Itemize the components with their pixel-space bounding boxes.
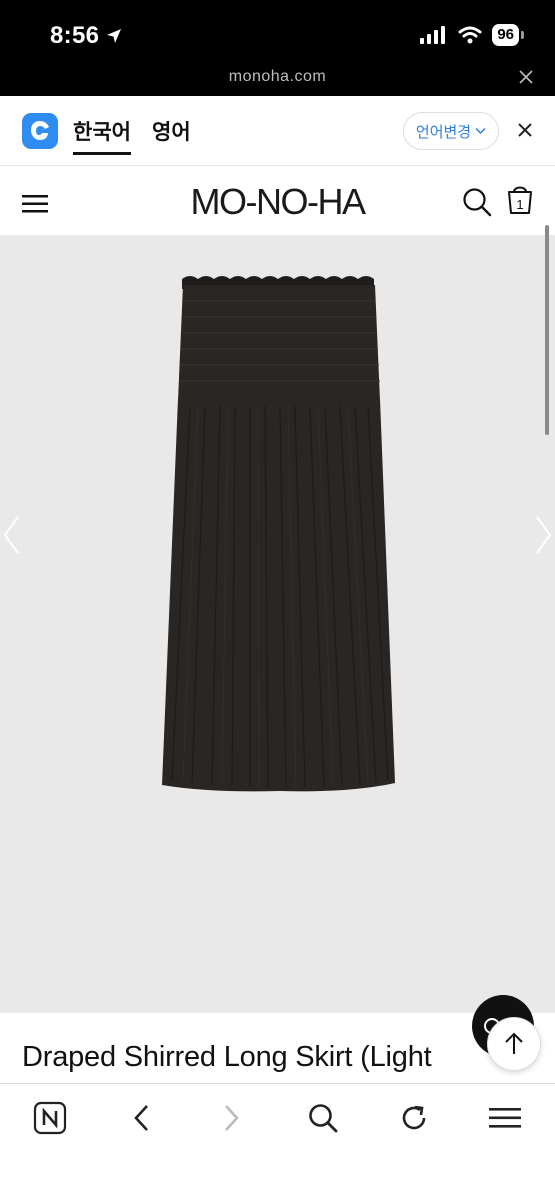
cart-count: 1 — [516, 197, 523, 212]
close-icon[interactable] — [517, 122, 533, 138]
product-image-skirt — [162, 276, 395, 792]
reload-button[interactable] — [396, 1100, 432, 1136]
menu-lines-icon — [489, 1108, 521, 1128]
browser-url-bar[interactable]: monoha.com — [0, 62, 555, 96]
site-header: MO-NO-HA 1 — [0, 167, 555, 235]
wifi-icon — [458, 26, 482, 44]
close-icon[interactable] — [519, 70, 533, 84]
chevron-right-icon — [225, 1105, 239, 1131]
tab-korean[interactable]: 한국어 — [73, 116, 131, 155]
status-bar: 8:56 96 — [0, 0, 555, 62]
chevron-right-icon[interactable] — [535, 515, 553, 555]
shopping-bag-icon[interactable]: 1 — [506, 183, 534, 215]
search-icon[interactable] — [462, 187, 492, 217]
search-icon — [309, 1104, 338, 1133]
scroll-to-top-button[interactable] — [487, 1017, 541, 1071]
browser-toolbar — [0, 1083, 555, 1200]
translation-bar: 한국어 영어 언어변경 — [0, 96, 555, 166]
product-image-gallery[interactable] — [0, 235, 555, 1013]
page-scrollbar[interactable] — [545, 225, 549, 435]
battery-level: 96 — [492, 24, 524, 46]
change-language-button[interactable]: 언어변경 — [403, 112, 499, 150]
naver-n-icon[interactable] — [32, 1100, 68, 1136]
status-indicators: 96 — [420, 24, 524, 46]
tab-english[interactable]: 영어 — [152, 116, 191, 146]
tabs-menu-button[interactable] — [487, 1100, 523, 1136]
papago-translate-icon[interactable] — [22, 113, 58, 149]
cellular-signal-icon — [420, 26, 446, 44]
status-time-group: 8:56 — [50, 22, 123, 50]
back-button[interactable] — [123, 1100, 159, 1136]
reload-icon — [402, 1105, 426, 1130]
product-title: Draped Shirred Long Skirt (Light — [22, 1041, 432, 1073]
search-button[interactable] — [305, 1100, 341, 1136]
chevron-left-icon — [134, 1105, 148, 1131]
url-text[interactable]: monoha.com — [0, 68, 555, 86]
change-language-label: 언어변경 — [415, 123, 472, 141]
location-arrow-icon — [107, 29, 122, 43]
forward-button[interactable] — [214, 1100, 250, 1136]
status-time: 8:56 — [50, 22, 100, 49]
chevron-left-icon[interactable] — [2, 515, 20, 555]
chevron-down-icon — [475, 127, 486, 135]
arrow-up-icon — [505, 1032, 523, 1054]
